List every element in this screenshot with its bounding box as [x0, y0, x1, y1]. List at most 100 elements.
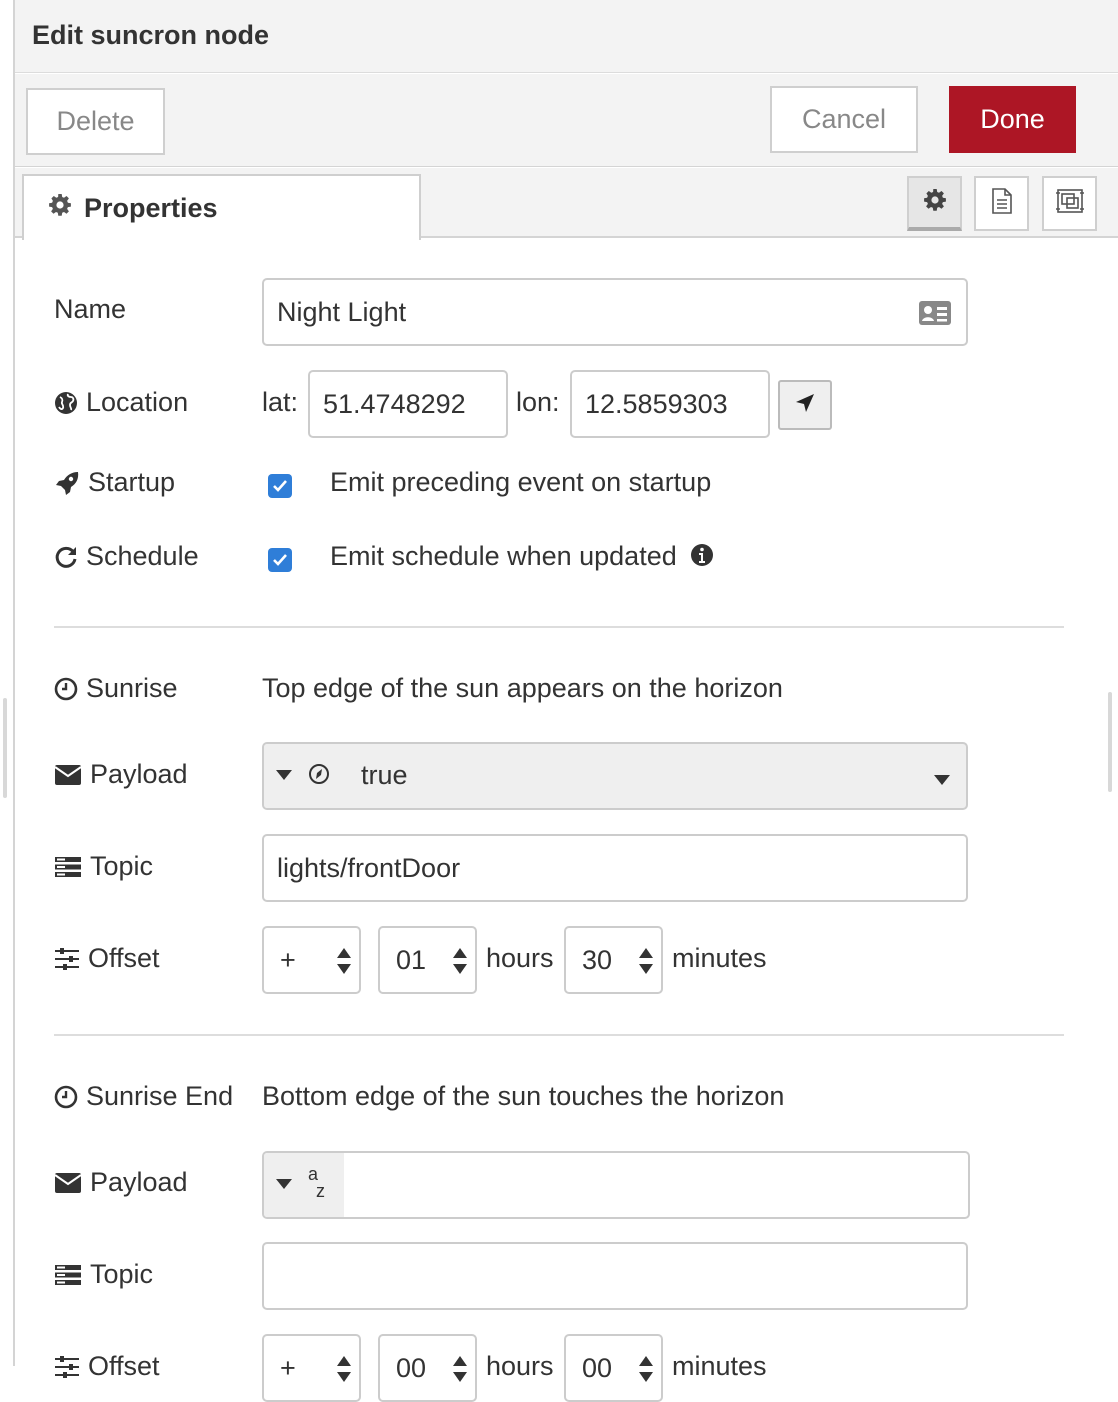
payload-type-button[interactable] [264, 744, 354, 808]
offset-minutes-select[interactable]: 30 [564, 926, 663, 994]
schedule-label: Schedule [54, 541, 199, 572]
topic-label-text: Topic [90, 851, 154, 881]
up-down-arrows-icon [453, 947, 467, 982]
payload-type-button[interactable]: az [264, 1153, 344, 1217]
payload-typed-input[interactable]: az [262, 1151, 970, 1219]
clock-icon [54, 677, 78, 701]
topic-input[interactable] [262, 1242, 968, 1310]
offset-hours-value: 01 [396, 944, 427, 975]
event-sunrise-label-text: Sunrise [86, 673, 178, 703]
payload-typed-input[interactable]: true [262, 742, 968, 810]
tray-header: Edit suncron node [15, 0, 1118, 73]
startup-checkbox-text: Emit preceding event on startup [330, 467, 712, 497]
schedule-checkbox-label: Emit schedule when updated [330, 541, 677, 571]
location-label: Location [54, 387, 188, 418]
schedule-checkbox[interactable] [268, 548, 292, 572]
payload-value: true [361, 760, 408, 790]
string-type-icon: az [306, 1164, 328, 1205]
document-icon [990, 187, 1014, 220]
left-edge [0, 0, 14, 1366]
globe-icon [54, 391, 78, 415]
offset-label-text: Offset [88, 943, 160, 973]
name-input[interactable]: Night Light [262, 278, 968, 346]
tab-settings-button[interactable] [907, 176, 962, 231]
page-title: Edit suncron node [32, 20, 270, 50]
up-down-arrows-icon [639, 1355, 653, 1390]
done-button[interactable]: Done [949, 86, 1076, 153]
lon-label: lon: [516, 387, 560, 417]
offset-sign-select[interactable]: + [262, 926, 361, 994]
resize-handle-left[interactable] [3, 698, 7, 798]
delete-button[interactable]: Delete [26, 88, 165, 155]
offset-minutes-value: 00 [582, 1352, 613, 1383]
offset-hours-select[interactable]: 00 [378, 1334, 477, 1402]
topic-label-text: Topic [90, 1259, 154, 1289]
list-icon [54, 1264, 82, 1286]
offset-sign-value: + [280, 944, 296, 975]
event-sunrise-end-label: Sunrise End [54, 1081, 233, 1112]
section-divider [54, 1034, 1064, 1036]
offset-label: Offset [54, 943, 160, 974]
hours-label: hours [486, 1351, 554, 1381]
tab-bar: Properties [15, 168, 1118, 240]
payload-label-text: Payload [90, 1167, 188, 1197]
topic-input[interactable]: lights/frontDoor [262, 834, 968, 902]
svg-text:z: z [316, 1181, 325, 1200]
tab-properties[interactable]: Properties [22, 174, 421, 240]
caret-down-icon [276, 1176, 292, 1194]
topic-label: Topic [54, 851, 153, 882]
schedule-checkbox-text: Emit schedule when updated [330, 541, 714, 574]
tab-appearance-button[interactable] [1042, 176, 1097, 231]
up-down-arrows-icon [453, 1355, 467, 1390]
lat-input-value: 51.4748292 [323, 388, 466, 419]
topic-label: Topic [54, 1259, 153, 1290]
location-arrow-icon [793, 391, 817, 420]
tab-properties-label: Properties [84, 192, 218, 223]
offset-label: Offset [54, 1351, 160, 1382]
offset-hours-select[interactable]: 01 [378, 926, 477, 994]
offset-minutes-value: 30 [582, 944, 613, 975]
schedule-label-text: Schedule [86, 541, 199, 571]
up-down-arrows-icon [337, 947, 351, 982]
lon-input-value: 12.5859303 [585, 388, 728, 419]
offset-minutes-select[interactable]: 00 [564, 1334, 663, 1402]
refresh-icon [54, 545, 78, 569]
minutes-label: minutes [672, 943, 767, 973]
payload-label: Payload [54, 759, 188, 790]
location-label-text: Location [86, 387, 189, 417]
event-sunrise-label: Sunrise [54, 673, 178, 704]
startup-label: Startup [54, 467, 175, 498]
name-label-text: Name [54, 294, 127, 324]
boolean-type-icon [308, 763, 330, 790]
topic-input-value: lights/frontDoor [277, 852, 461, 883]
tab-description-button[interactable] [974, 176, 1029, 231]
caret-down-icon [276, 767, 292, 785]
offset-sign-select[interactable]: + [262, 1334, 361, 1402]
hours-label: hours [486, 943, 554, 973]
offset-hours-value: 00 [396, 1352, 427, 1383]
gear-icon [48, 193, 72, 224]
resize-handle-right[interactable] [1108, 692, 1112, 792]
lat-label: lat: [262, 387, 299, 417]
sliders-icon [54, 947, 80, 971]
cancel-button[interactable]: Cancel [770, 86, 918, 153]
get-location-button[interactable] [778, 380, 832, 430]
lon-input[interactable]: 12.5859303 [570, 370, 770, 438]
gear-icon [923, 188, 947, 217]
event-sunrise-end-label-text: Sunrise End [86, 1081, 234, 1111]
info-icon[interactable] [690, 543, 714, 574]
payload-label: Payload [54, 1167, 188, 1198]
section-divider [54, 626, 1064, 628]
payload-label-text: Payload [90, 759, 188, 789]
startup-checkbox[interactable] [268, 474, 292, 498]
lat-input[interactable]: 51.4748292 [308, 370, 508, 438]
name-label: Name [54, 294, 126, 325]
event-sunrise-end-description: Bottom edge of the sun touches the horiz… [262, 1081, 785, 1111]
minutes-label: minutes [672, 1351, 767, 1381]
envelope-icon [54, 764, 82, 786]
sliders-icon [54, 1355, 80, 1379]
up-down-arrows-icon [337, 1355, 351, 1390]
list-icon [54, 856, 82, 878]
caret-down-icon[interactable] [934, 772, 950, 790]
startup-label-text: Startup [88, 467, 176, 497]
